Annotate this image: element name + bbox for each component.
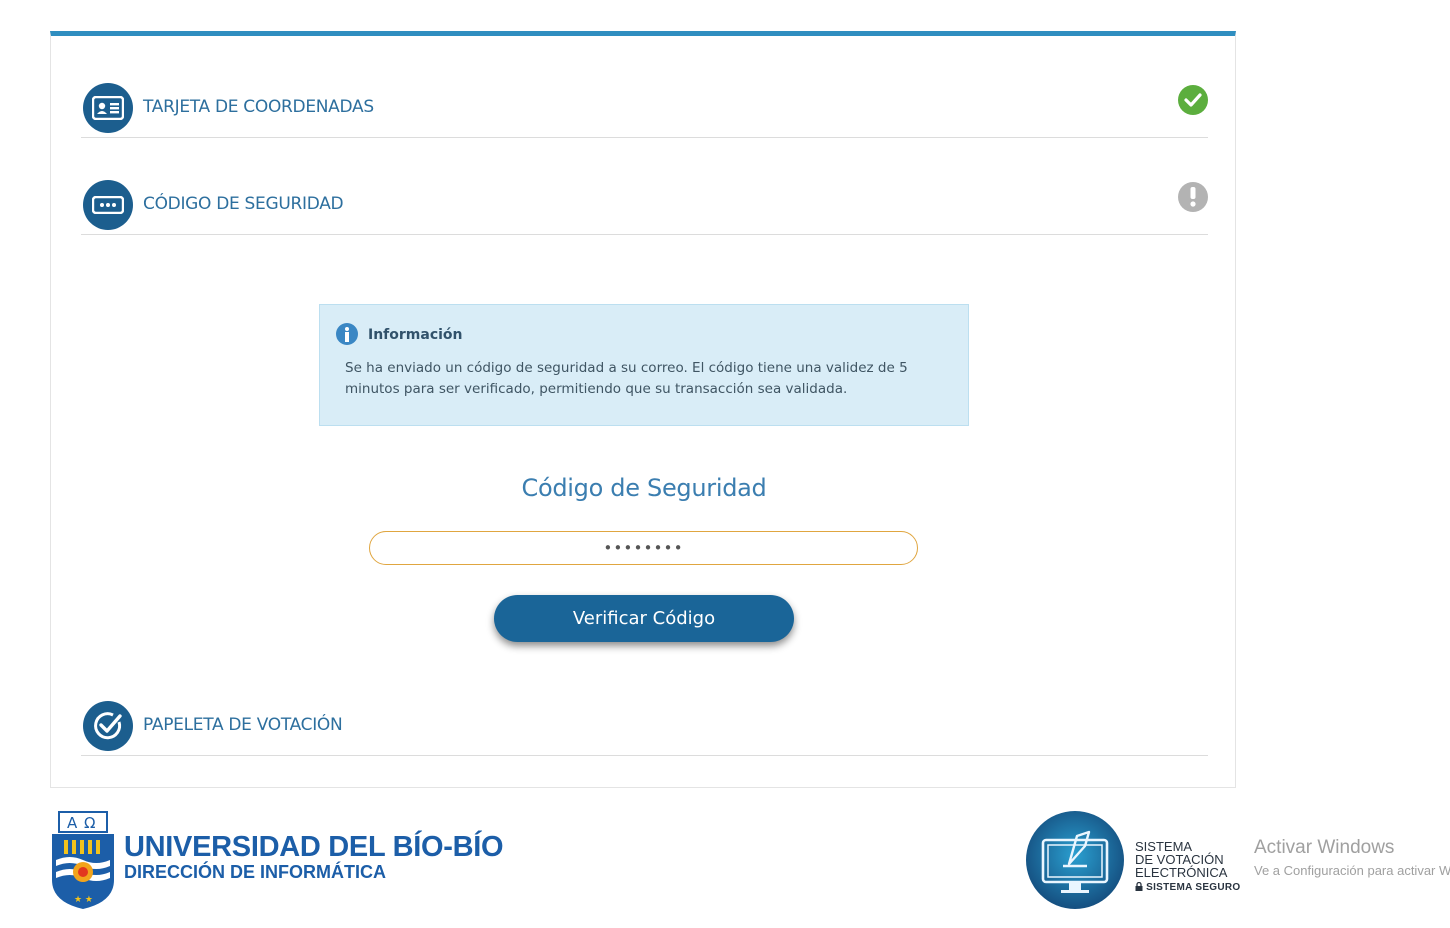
security-code-heading: Código de Seguridad [521,474,767,502]
step-security-code[interactable]: CÓDIGO DE SEGURIDAD [81,170,1208,235]
info-message: Se ha enviado un código de seguridad a s… [345,360,908,397]
windows-activation-subtitle: Ve a Configuración para activar Windows. [1254,863,1450,878]
secure-system-label: SISTEMA SEGURO [1146,882,1241,893]
step-ballot[interactable]: PAPELETA DE VOTACIÓN [81,691,1208,756]
verify-code-button[interactable]: Verificar Código [494,595,794,642]
university-shield-icon: A Ω ★ ★ [52,811,114,909]
info-alert: Información Se ha enviado un código de s… [319,304,969,426]
secure-system-badge: SISTEMA SEGURO [1135,881,1241,894]
password-dots-icon [83,180,133,230]
svg-text:Ω: Ω [84,814,95,832]
step-coordinate-card[interactable]: TARJETA DE COORDENADAS [81,73,1208,138]
info-title: Información [368,327,463,343]
security-code-input[interactable] [369,531,918,565]
step-label: PAPELETA DE VOTACIÓN [143,715,343,735]
exclamation-circle-icon [1178,182,1208,212]
department-name: DIRECCIÓN DE INFORMÁTICA [124,862,386,882]
computer-ballot-icon [1026,811,1124,909]
step-label: TARJETA DE COORDENADAS [143,97,374,117]
step-label: CÓDIGO DE SEGURIDAD [143,194,344,214]
system-name-line: ELECTRÓNICA [1135,865,1228,880]
id-card-icon [83,83,133,133]
svg-text:★ ★: ★ ★ [74,895,93,905]
university-name: UNIVERSIDAD DEL BÍO-BÍO [124,831,504,863]
voting-system-logo: SISTEMA DE VOTACIÓN ELECTRÓNICA SISTEMA … [1025,810,1240,910]
ballot-check-icon [83,701,133,751]
check-circle-icon [1178,85,1208,115]
windows-activation-title: Activar Windows [1254,837,1395,858]
university-logo: A Ω ★ ★ UNIVERSIDAD DEL BÍO-BÍO DIRECCIÓ… [50,810,504,910]
voting-steps-card: TARJETA DE COORDENADAS CÓDIGO DE SEGURID… [50,31,1236,788]
info-icon [336,323,358,345]
lock-icon [1135,881,1143,891]
svg-text:A: A [67,814,78,832]
